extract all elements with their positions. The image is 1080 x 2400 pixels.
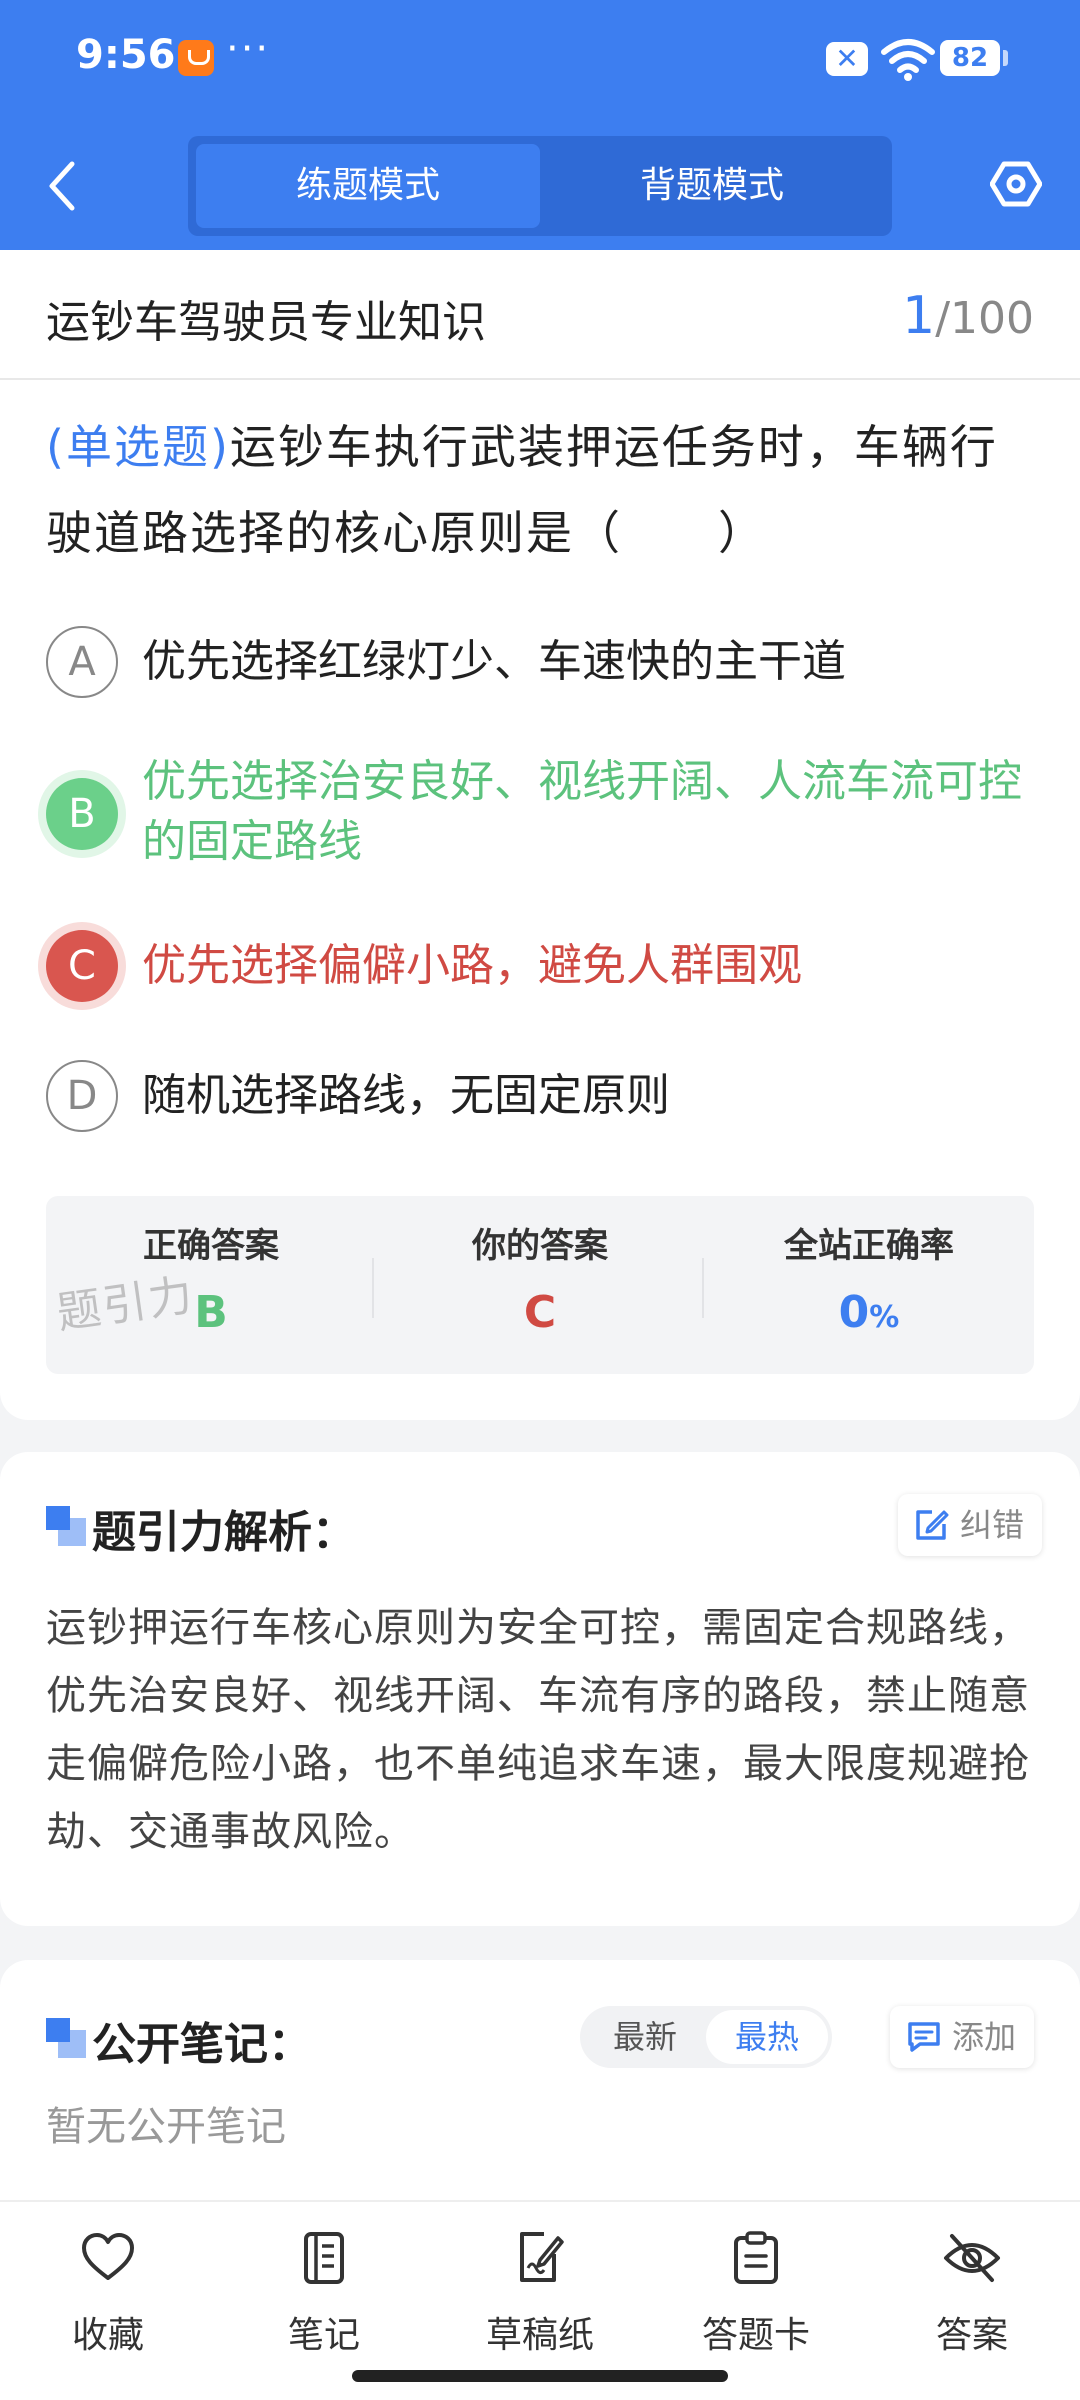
option-text: 优先选择治安良好、视线开阔、人流车流可控的固定路线	[142, 756, 1022, 867]
option-letter-circle: B	[46, 778, 118, 850]
notes-sort-switch: 最新 最热	[580, 2006, 832, 2068]
tab-draft-paper[interactable]: 草稿纸	[440, 2228, 640, 2358]
current-question-number: 1	[902, 286, 936, 346]
wifi-icon	[881, 39, 935, 81]
notes-card	[0, 1960, 1080, 2200]
heart-icon	[82, 2233, 134, 2280]
sort-newest[interactable]: 最新	[584, 2010, 706, 2064]
stat-label: 全站正确率	[784, 1226, 954, 1266]
clipboard-icon	[734, 2231, 778, 2284]
notes-empty-text: 暂无公开笔记	[46, 2104, 286, 2150]
more-notifications-icon: ···	[226, 26, 271, 72]
total-questions: /100	[935, 293, 1034, 344]
question-stem: (单选题)运钞车执行武装押运任务时，车辆行驶道路选择的核心原则是（ ）	[46, 404, 1036, 576]
mode-switch: 练题模式 背题模式	[188, 136, 892, 236]
rate-unit: %	[869, 1300, 900, 1335]
notes-title: 公开笔记：	[92, 2019, 312, 2070]
sort-hottest[interactable]: 最热	[706, 2010, 828, 2064]
tab-label: 答题卡	[701, 2315, 810, 2356]
edit-icon	[916, 1510, 949, 1540]
rate-number: 0	[838, 1287, 870, 1338]
report-error-label: 纠错	[960, 1506, 1025, 1544]
stat-label: 你的答案	[472, 1226, 608, 1266]
question-type-label: (单选题)	[46, 420, 230, 474]
status-time: 9:56	[76, 32, 176, 78]
eye-off-icon	[944, 2234, 1000, 2282]
back-arrow-icon[interactable]	[44, 158, 80, 214]
tab-label: 收藏	[71, 2315, 144, 2356]
status-bar: 9:56 ··· ✕ 82	[0, 0, 1080, 120]
notebook-icon	[304, 2232, 344, 2284]
settings-icon[interactable]	[990, 158, 1042, 210]
question-counter: 1/100	[902, 286, 1034, 346]
option-text: 随机选择路线，无固定原则	[142, 1070, 670, 1121]
tab-answer[interactable]: 答案	[872, 2228, 1072, 2358]
stat-divider	[372, 1258, 374, 1318]
section-squares-icon	[46, 2018, 86, 2058]
tab-answer-sheet[interactable]: 答题卡	[656, 2228, 856, 2358]
divider	[0, 378, 1080, 380]
analysis-text: 运钞押运行车核心原则为安全可控，需固定合规路线，优先治安良好、视线开阔、车流有序…	[46, 1605, 1030, 1855]
option-letter-circle: C	[46, 930, 118, 1002]
app-header: 9:56 ··· ✕ 82 练题模式 背题模式	[0, 0, 1080, 250]
section-squares-icon	[46, 1506, 86, 1546]
stat-value: C	[523, 1287, 557, 1338]
option-letter-circle: A	[46, 626, 118, 698]
comment-icon	[908, 2022, 940, 2052]
tab-practice-mode[interactable]: 练题模式	[196, 144, 540, 228]
tab-notes[interactable]: 笔记	[224, 2228, 424, 2358]
shopping-app-icon	[178, 40, 214, 76]
battery-indicator: 82	[940, 40, 1008, 76]
add-note-button[interactable]: 添加	[890, 2006, 1035, 2068]
draft-icon	[520, 2232, 564, 2282]
subject-title: 运钞车驾驶员专业知识	[46, 297, 486, 348]
option-text: 优先选择偏僻小路，避免人群围观	[142, 940, 802, 991]
tab-memorize-mode[interactable]: 背题模式	[540, 144, 884, 228]
answer-stats: 正确答案 B 你的答案 C 全站正确率 0%	[46, 1196, 1034, 1374]
report-error-button[interactable]: 纠错	[898, 1494, 1043, 1556]
no-sim-icon: ✕	[826, 42, 868, 76]
tab-favorite[interactable]: 收藏	[8, 2228, 208, 2358]
accuracy-rate-stat: 全站正确率 0%	[704, 1218, 1034, 1338]
option-text: 优先选择红绿灯少、车速快的主干道	[142, 636, 846, 687]
your-answer-stat: 你的答案 C	[375, 1218, 705, 1338]
tab-label: 笔记	[287, 2315, 360, 2356]
tab-label: 答案	[935, 2315, 1008, 2356]
stat-value: 0%	[704, 1287, 1034, 1338]
analysis-title: 题引力解析：	[92, 1507, 356, 1558]
option-letter-circle: D	[46, 1060, 118, 1132]
add-note-label: 添加	[952, 2018, 1017, 2056]
home-indicator[interactable]	[352, 2370, 728, 2382]
tab-label: 草稿纸	[485, 2315, 594, 2356]
stat-label: 正确答案	[143, 1226, 279, 1266]
